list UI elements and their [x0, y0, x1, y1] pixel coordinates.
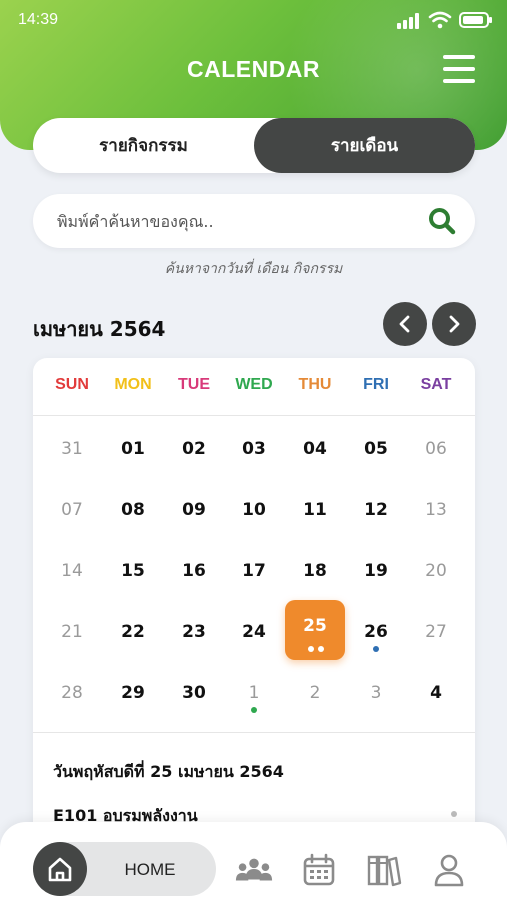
- calendar-day-weekend[interactable]: 07: [42, 480, 102, 540]
- event-indicator-dot: [251, 707, 257, 713]
- tab-activity[interactable]: รายกิจกรรม: [33, 118, 254, 173]
- calendar-day[interactable]: 19: [346, 541, 406, 601]
- calendar-day[interactable]: 29: [103, 663, 163, 723]
- prev-month-button[interactable]: [383, 302, 427, 346]
- calendar-day[interactable]: 18: [285, 541, 345, 601]
- chevron-right-icon: [449, 315, 460, 333]
- calendar-day[interactable]: 16: [164, 541, 224, 601]
- calendar-day[interactable]: 02: [164, 419, 224, 479]
- weekday-wed: WED: [235, 376, 273, 393]
- weekday-sat: SAT: [420, 376, 452, 393]
- event-indicator-dot: [373, 646, 379, 652]
- search-hint: ค้นหาจากวันที่ เดือน กิจกรรม: [164, 261, 343, 277]
- search-bar: [33, 194, 475, 248]
- search-icon[interactable]: [427, 206, 457, 236]
- calendar-day-next-month[interactable]: 3: [346, 663, 406, 723]
- calendar-day-next-month[interactable]: 4: [406, 663, 466, 723]
- calendar-day[interactable]: 26: [346, 602, 406, 662]
- calendar-day-selected[interactable]: 25: [285, 600, 345, 660]
- calendar-day-weekend[interactable]: 13: [406, 480, 466, 540]
- calendar-card: SUN MON TUE WED THU FRI SAT 31 01 02 03 …: [33, 358, 475, 838]
- calendar-day[interactable]: 05: [346, 419, 406, 479]
- tab-month[interactable]: รายเดือน: [254, 118, 475, 173]
- wifi-icon: [428, 11, 452, 29]
- selected-date-text: วันพฤหัสบดีที่ 25 เมษายน 2564: [53, 762, 284, 781]
- signal-icon: [397, 13, 423, 29]
- calendar-day-weekend[interactable]: 06: [406, 419, 466, 479]
- calendar-day-weekend[interactable]: 27: [406, 602, 466, 662]
- calendar-day[interactable]: 22: [103, 602, 163, 662]
- calendar-day[interactable]: 11: [285, 480, 345, 540]
- home-label[interactable]: HOME: [100, 860, 200, 880]
- divider: [33, 732, 475, 733]
- event-indicator-dot: [318, 646, 324, 652]
- calendar-day[interactable]: 23: [164, 602, 224, 662]
- battery-icon: [459, 12, 492, 28]
- status-time: 14:39: [18, 11, 59, 28]
- calendar-day[interactable]: 24: [224, 602, 284, 662]
- people-icon[interactable]: [234, 850, 274, 890]
- next-month-button[interactable]: [432, 302, 476, 346]
- calendar-day-next-month[interactable]: 1: [224, 663, 284, 723]
- chevron-left-icon: [399, 315, 410, 333]
- calendar-day[interactable]: 04: [285, 419, 345, 479]
- weekday-fri: FRI: [363, 376, 389, 393]
- calendar-day-weekend[interactable]: 20: [406, 541, 466, 601]
- weekday-thu: THU: [298, 376, 332, 393]
- weekday-sun: SUN: [55, 376, 89, 393]
- event-indicator-dot: [308, 646, 314, 652]
- month-title: เมษายน 2564: [33, 317, 166, 341]
- calendar-day[interactable]: 30: [164, 663, 224, 723]
- calendar-day[interactable]: 08: [103, 480, 163, 540]
- weekday-header: SUN MON TUE WED THU FRI SAT: [33, 358, 475, 416]
- page-title: CALENDAR: [186, 56, 321, 82]
- weekday-tue: TUE: [178, 376, 210, 393]
- event-more-dot: [451, 811, 457, 817]
- calendar-day[interactable]: 17: [224, 541, 284, 601]
- calendar-day-weekend[interactable]: 14: [42, 541, 102, 601]
- status-bar: 14:39: [0, 0, 507, 44]
- books-icon[interactable]: [364, 850, 404, 890]
- hamburger-menu-icon[interactable]: [443, 55, 475, 83]
- calendar-day-prev-month[interactable]: 31: [42, 419, 102, 479]
- calendar-day[interactable]: 09: [164, 480, 224, 540]
- weekday-mon: MON: [114, 376, 152, 393]
- calendar-day[interactable]: 01: [103, 419, 163, 479]
- calendar-day[interactable]: 10: [224, 480, 284, 540]
- calendar-day[interactable]: 03: [224, 419, 284, 479]
- calendar-day-weekend[interactable]: 28: [42, 663, 102, 723]
- profile-icon[interactable]: [429, 850, 469, 890]
- calendar-day[interactable]: 15: [103, 541, 163, 601]
- view-toggle: รายกิจกรรม รายเดือน: [33, 118, 475, 173]
- calendar-day[interactable]: 12: [346, 480, 406, 540]
- calendar-day-weekend[interactable]: 21: [42, 602, 102, 662]
- calendar-icon[interactable]: [299, 850, 339, 890]
- calendar-day-next-month[interactable]: 2: [285, 663, 345, 723]
- search-input[interactable]: [57, 204, 417, 238]
- home-icon[interactable]: [33, 842, 87, 896]
